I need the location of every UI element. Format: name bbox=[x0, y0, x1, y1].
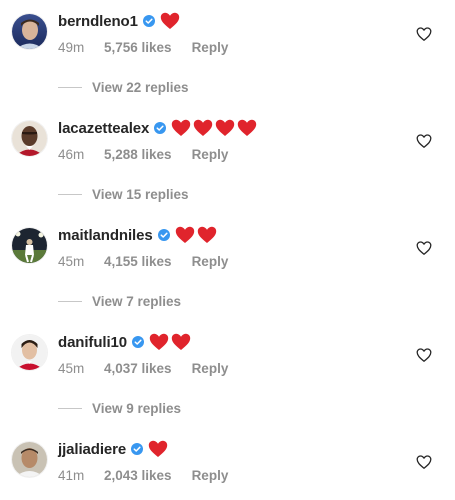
view-replies-button[interactable]: View 7 replies bbox=[58, 294, 181, 309]
username[interactable]: jjaliadiere bbox=[58, 441, 126, 458]
comment-header: jjaliadiere bbox=[58, 437, 168, 461]
view-replies-label: View 22 replies bbox=[92, 80, 189, 95]
red-heart-emoji bbox=[148, 440, 168, 458]
red-heart-emoji bbox=[160, 12, 180, 30]
red-heart-emoji bbox=[171, 119, 191, 137]
comment-text bbox=[175, 226, 217, 244]
timestamp: 49m bbox=[58, 40, 85, 55]
comment-header: lacazettealex bbox=[58, 116, 257, 140]
verified-badge-icon bbox=[157, 229, 170, 241]
view-replies-label: View 9 replies bbox=[92, 401, 182, 416]
reply-button[interactable]: Reply bbox=[192, 147, 229, 162]
verified-badge-icon bbox=[154, 122, 167, 134]
avatar[interactable] bbox=[12, 14, 47, 49]
username[interactable]: maitlandniles bbox=[58, 227, 153, 244]
comment-meta: 41m 2,043 likes Reply bbox=[58, 468, 228, 483]
divider bbox=[58, 301, 82, 302]
verified-badge-icon bbox=[142, 15, 155, 27]
comment-text bbox=[160, 12, 180, 30]
view-replies-button[interactable]: View 9 replies bbox=[58, 401, 181, 416]
comment-header: berndleno1 bbox=[58, 9, 180, 33]
like-count[interactable]: 2,043 likes bbox=[104, 468, 172, 483]
like-count[interactable]: 5,288 likes bbox=[104, 147, 172, 162]
red-heart-emoji bbox=[197, 226, 217, 244]
view-replies-label: View 15 replies bbox=[92, 187, 189, 202]
red-heart-emoji bbox=[237, 119, 257, 137]
avatar[interactable] bbox=[12, 335, 47, 370]
avatar[interactable] bbox=[12, 121, 47, 156]
username[interactable]: danifuli10 bbox=[58, 334, 127, 351]
comment-header: maitlandniles bbox=[58, 223, 217, 247]
comment-text bbox=[148, 440, 168, 458]
reply-button[interactable]: Reply bbox=[192, 468, 229, 483]
heart-outline-icon[interactable] bbox=[416, 26, 432, 42]
divider bbox=[58, 194, 82, 195]
red-heart-emoji bbox=[175, 226, 195, 244]
like-count[interactable]: 4,155 likes bbox=[104, 254, 172, 269]
verified-badge-icon bbox=[132, 336, 145, 348]
reply-button[interactable]: Reply bbox=[192, 254, 229, 269]
avatar[interactable] bbox=[12, 228, 47, 263]
divider bbox=[58, 87, 82, 88]
timestamp: 46m bbox=[58, 147, 85, 162]
timestamp: 45m bbox=[58, 254, 85, 269]
heart-outline-icon[interactable] bbox=[416, 454, 432, 470]
username[interactable]: lacazettealex bbox=[58, 120, 149, 137]
timestamp: 45m bbox=[58, 361, 85, 376]
divider bbox=[58, 408, 82, 409]
red-heart-emoji bbox=[171, 333, 191, 351]
like-count[interactable]: 4,037 likes bbox=[104, 361, 172, 376]
reply-button[interactable]: Reply bbox=[192, 40, 229, 55]
red-heart-emoji bbox=[149, 333, 169, 351]
view-replies-label: View 7 replies bbox=[92, 294, 182, 309]
comment-meta: 45m 4,155 likes Reply bbox=[58, 254, 228, 269]
view-replies-button[interactable]: View 15 replies bbox=[58, 187, 189, 202]
reply-button[interactable]: Reply bbox=[192, 361, 229, 376]
view-replies-button[interactable]: View 22 replies bbox=[58, 80, 189, 95]
username[interactable]: berndleno1 bbox=[58, 13, 138, 30]
red-heart-emoji bbox=[193, 119, 213, 137]
comment-meta: 45m 4,037 likes Reply bbox=[58, 361, 228, 376]
comment-text bbox=[149, 333, 191, 351]
avatar[interactable] bbox=[12, 442, 47, 477]
comment-text bbox=[171, 119, 257, 137]
timestamp: 41m bbox=[58, 468, 85, 483]
like-count[interactable]: 5,756 likes bbox=[104, 40, 172, 55]
heart-outline-icon[interactable] bbox=[416, 240, 432, 256]
heart-outline-icon[interactable] bbox=[416, 133, 432, 149]
comment-meta: 49m 5,756 likes Reply bbox=[58, 40, 228, 55]
comment-header: danifuli10 bbox=[58, 330, 191, 354]
verified-badge-icon bbox=[131, 443, 144, 455]
comment-meta: 46m 5,288 likes Reply bbox=[58, 147, 228, 162]
red-heart-emoji bbox=[215, 119, 235, 137]
heart-outline-icon[interactable] bbox=[416, 347, 432, 363]
